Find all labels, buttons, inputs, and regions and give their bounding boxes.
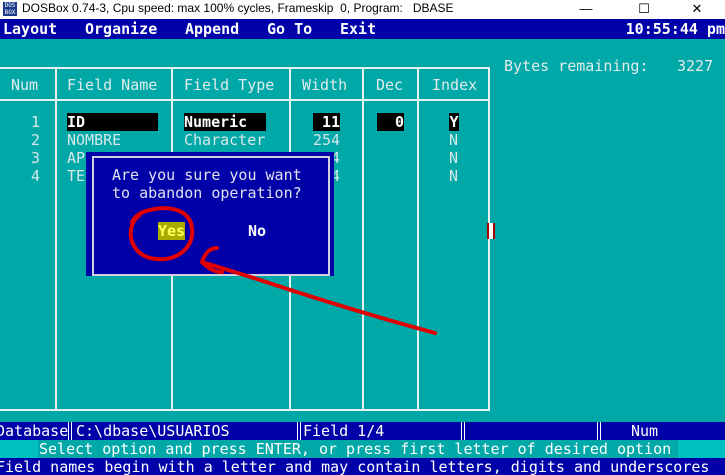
- annotation-circle: [128, 206, 195, 262]
- annotation-overlay: [128, 206, 437, 335]
- annotation-arrow: [200, 246, 437, 335]
